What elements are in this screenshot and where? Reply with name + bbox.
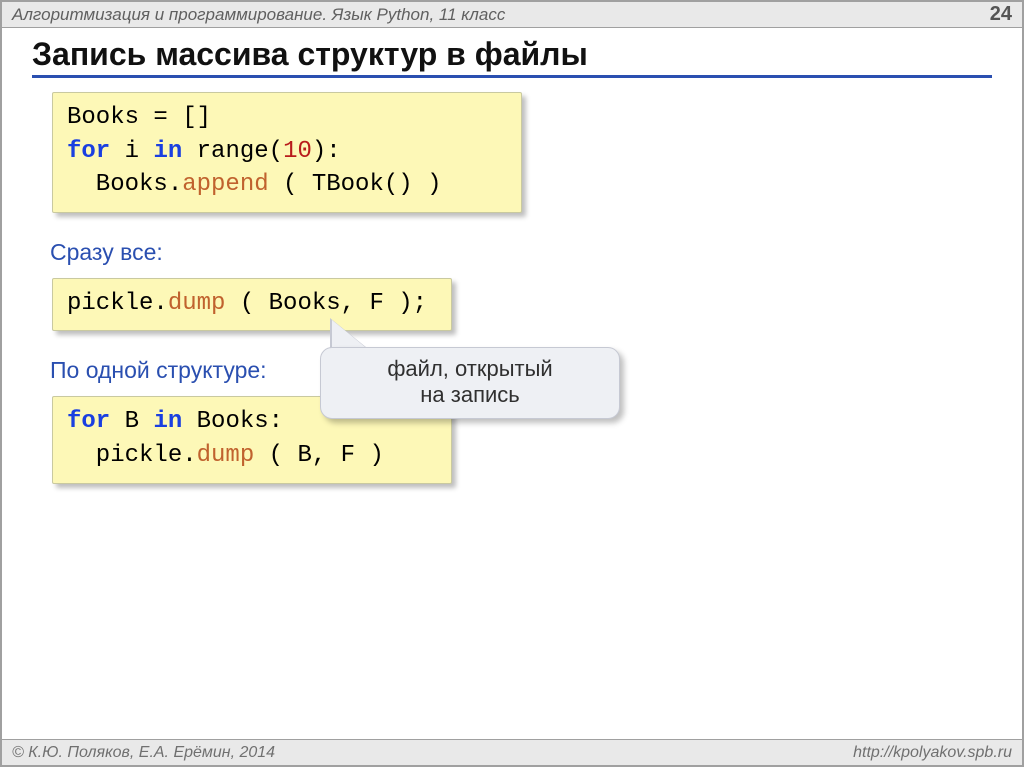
code-token: pickle. [67,290,168,317]
code-token: = [] [139,104,211,131]
callout-line: файл, открытый [333,356,607,382]
code-method: append [182,171,268,198]
code-token: Books [67,104,139,131]
code-line: pickle.dump ( B, F ) [67,439,437,473]
code-token: Books. [67,171,182,198]
code-keyword: for [67,138,110,165]
code-token: ( Books, F ); [225,290,427,317]
code-token: B [110,408,153,435]
callout-box: файл, открытый на запись [320,347,620,419]
code-line: Books.append ( TBook() ) [67,168,507,202]
code-keyword: in [153,138,182,165]
slide-title: Запись массива структур в файлы [32,36,992,78]
slide-footer: © К.Ю. Поляков, Е.А. Ерёмин, 2014 http:/… [2,739,1022,765]
code-token: pickle. [67,442,197,469]
page-number: 24 [990,3,1012,26]
code-line: for i in range(10): [67,135,507,169]
slide-content: Запись массива структур в файлы Books = … [2,28,1022,510]
code-keyword: for [67,408,110,435]
section-label-all: Сразу все: [50,239,992,266]
callout-line: на запись [333,382,607,408]
code-token: ( B, F ) [254,442,384,469]
code-token: i [110,138,153,165]
code-method: dump [168,290,226,317]
footer-url: http://kpolyakov.spb.ru [853,744,1012,762]
code-block-init: Books = [] for i in range(10): Books.app… [52,92,522,213]
code-method: dump [197,442,255,469]
code-number: 10 [283,138,312,165]
slide-header: Алгоритмизация и программирование. Язык … [2,2,1022,28]
code-token: ( TBook() ) [269,171,442,198]
footer-copyright: © К.Ю. Поляков, Е.А. Ерёмин, 2014 [12,744,275,762]
code-line: Books = [] [67,101,507,135]
code-token: Books: [182,408,283,435]
code-block-dump-all: pickle.dump ( Books, F ); [52,278,452,332]
code-token: ): [312,138,341,165]
label-text: По одной структуре [50,357,260,383]
code-keyword: in [153,408,182,435]
code-token: range( [182,138,283,165]
course-title: Алгоритмизация и программирование. Язык … [12,5,505,25]
label-text: Сразу все [50,239,156,265]
